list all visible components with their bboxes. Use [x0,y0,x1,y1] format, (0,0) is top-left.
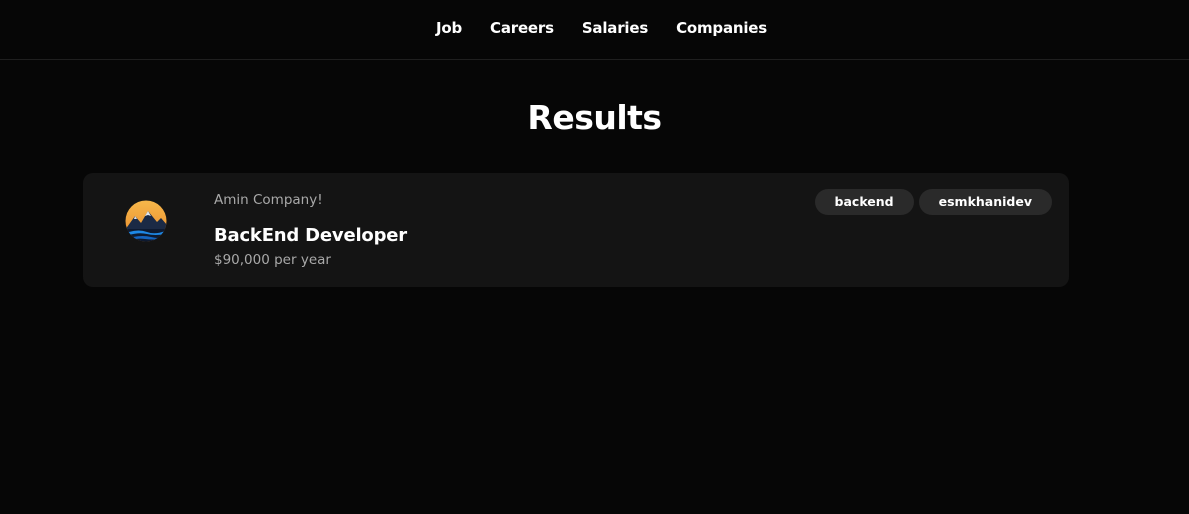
company-name: Amin Company! [214,192,323,208]
tag-backend[interactable]: backend [814,189,914,215]
page-title: Results [527,98,662,137]
tag-list: backend esmkhanidev [814,189,1052,215]
tag-esmkhanidev[interactable]: esmkhanidev [918,189,1052,215]
salary-text: $90,000 per year [214,252,331,268]
nav-link-careers[interactable]: Careers [490,19,554,37]
nav-links: Job Careers Salaries Companies [0,19,1189,37]
company-logo-icon [125,200,167,242]
top-navigation: Job Careers Salaries Companies [0,0,1189,60]
nav-link-companies[interactable]: Companies [676,19,767,37]
nav-link-salaries[interactable]: Salaries [582,19,648,37]
nav-link-job[interactable]: Job [436,19,462,37]
job-title[interactable]: BackEnd Developer [214,225,407,246]
job-card[interactable]: Amin Company! BackEnd Developer $90,000 … [83,173,1069,287]
